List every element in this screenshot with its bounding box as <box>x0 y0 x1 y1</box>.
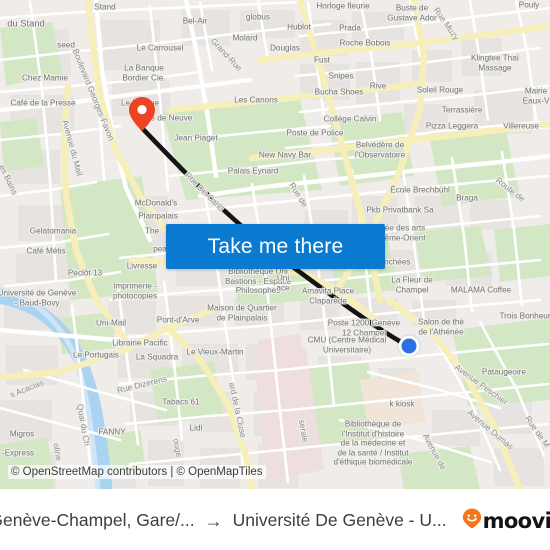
trip-destination: Université De Genève - U... <box>232 510 447 530</box>
start-location-pin[interactable] <box>129 97 155 131</box>
trip-summary-bar: Genève-Champel, Gare/... → Université De… <box>0 489 550 550</box>
map-attribution[interactable]: © OpenStreetMap contributors | © OpenMap… <box>8 465 266 479</box>
destination-dot[interactable] <box>398 335 420 357</box>
moovit-wordmark: moovit <box>482 508 550 533</box>
take-me-there-label: Take me there <box>207 234 344 258</box>
trip-origin: Genève-Champel, Gare/... <box>0 510 195 530</box>
moovit-pin-icon <box>462 508 482 534</box>
moovit-logo[interactable]: moovit <box>462 508 550 534</box>
arrow-right-icon: → <box>204 510 223 531</box>
take-me-there-button[interactable]: Take me there <box>166 224 385 269</box>
moovit-trip-map-screen: du Stand Stand Bel-Air globus Horloge fleuri… <box>0 0 550 550</box>
map-canvas[interactable]: du Stand Stand Bel-Air globus Horloge fleuri… <box>0 0 550 489</box>
